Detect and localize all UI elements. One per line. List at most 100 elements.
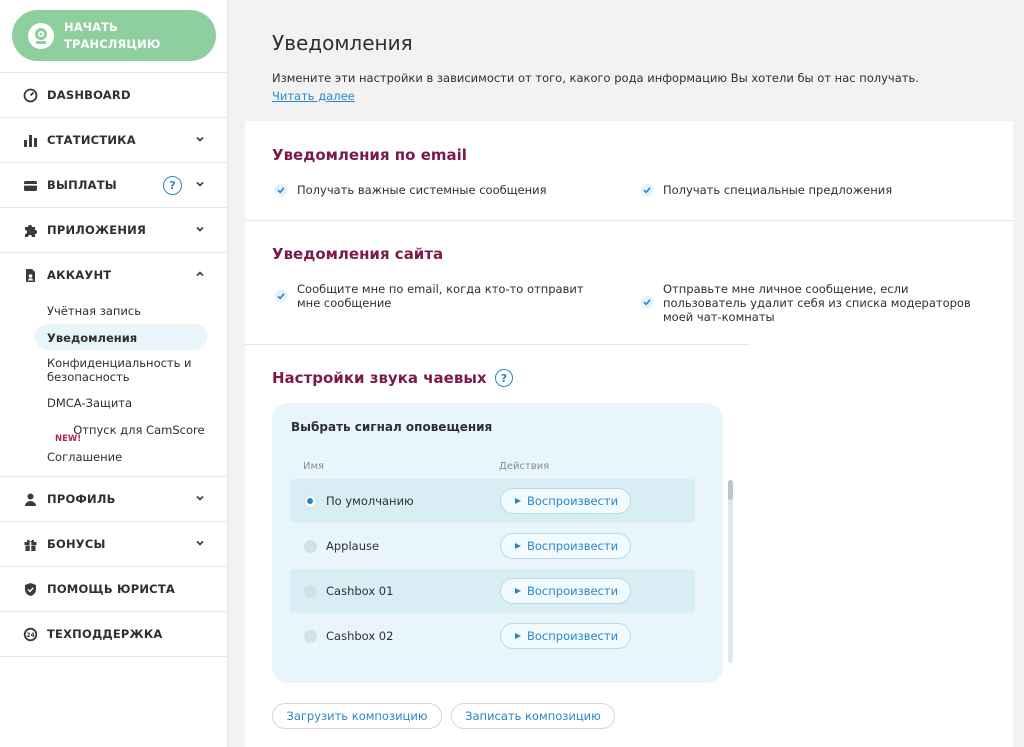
sound-row: Cashbox 01 Воспроизвести bbox=[290, 569, 695, 613]
option-label: Получать специальные предложения bbox=[663, 183, 893, 197]
intro-text: Измените эти настройки в зависимости от … bbox=[272, 71, 919, 85]
chevron-up-icon bbox=[196, 271, 204, 277]
sidebar-item-payouts[interactable]: ВЫПЛАТЫ ? bbox=[0, 162, 228, 207]
bar-chart-icon bbox=[21, 131, 39, 149]
support-icon: 24 bbox=[21, 625, 39, 643]
sidebar-item-apps[interactable]: ПРИЛОЖЕНИЯ bbox=[0, 207, 228, 252]
play-label: Воспроизвести bbox=[527, 584, 619, 598]
sidebar-item-account[interactable]: АККАУНТ bbox=[0, 252, 228, 297]
email-option-offers[interactable]: Получать специальные предложения bbox=[640, 183, 892, 197]
start-broadcast-label: НАЧАТЬ ТРАНСЛЯЦИЮ bbox=[64, 19, 161, 51]
option-label: Получать важные системные сообщения bbox=[297, 183, 547, 197]
alert-sound-panel-title: Выбрать сигнал оповещения bbox=[291, 420, 493, 434]
record-track-button[interactable]: Записать композицию bbox=[451, 703, 615, 729]
play-button[interactable]: Воспроизвести bbox=[500, 623, 631, 649]
scrollbar-thumb[interactable] bbox=[728, 480, 733, 500]
sidebar-item-label: ПРИЛОЖЕНИЯ bbox=[47, 223, 147, 237]
help-icon[interactable]: ? bbox=[163, 176, 182, 195]
page-header: Уведомления bbox=[272, 31, 413, 55]
sound-list-scrollbar[interactable] bbox=[728, 480, 733, 663]
site-option-moderator-removed[interactable]: Отправьте мне личное сообщение, если пол… bbox=[640, 282, 980, 324]
chevron-down-icon bbox=[196, 226, 204, 232]
play-icon bbox=[515, 633, 521, 639]
page-title: Уведомления bbox=[272, 31, 413, 55]
sound-row: Cashbox 02 Воспроизвести bbox=[290, 614, 695, 658]
sound-name: По умолчанию bbox=[326, 494, 414, 508]
section-divider bbox=[245, 344, 750, 345]
sidebar-subitem-account-record[interactable]: Учётная запись bbox=[0, 297, 228, 324]
checkmark-icon bbox=[274, 289, 288, 303]
sidebar-item-label: СТАТИСТИКА bbox=[47, 133, 136, 147]
sidebar-item-legal-help[interactable]: ПОМОЩЬ ЮРИСТА bbox=[0, 566, 228, 611]
chevron-down-icon bbox=[196, 495, 204, 501]
subitem-label: Конфиденциальность и безопасность bbox=[47, 356, 192, 384]
sidebar-item-label: ТЕХПОДДЕРЖКА bbox=[47, 627, 163, 641]
sound-name: Cashbox 01 bbox=[326, 584, 394, 598]
alert-sound-panel: Выбрать сигнал оповещения Имя Действия П… bbox=[272, 403, 733, 683]
checkmark-icon bbox=[640, 295, 654, 309]
sidebar-item-label: DASHBOARD bbox=[47, 88, 131, 102]
column-header-name: Имя bbox=[303, 461, 325, 472]
play-icon bbox=[515, 543, 521, 549]
play-icon bbox=[515, 588, 521, 594]
play-button[interactable]: Воспроизвести bbox=[500, 578, 631, 604]
play-icon bbox=[515, 498, 521, 504]
email-section-title: Уведомления по email bbox=[272, 146, 467, 164]
play-label: Воспроизвести bbox=[527, 494, 619, 508]
document-user-icon bbox=[21, 266, 39, 284]
checkmark-icon bbox=[274, 183, 288, 197]
sidebar: НАЧАТЬ ТРАНСЛЯЦИЮ DASHBOARD СТАТИСТИКА В… bbox=[0, 0, 228, 747]
subitem-label: DMCA-Защита bbox=[47, 395, 133, 410]
sidebar-subitem-dmca[interactable]: DMCA-Защита bbox=[0, 389, 228, 416]
shield-icon bbox=[21, 580, 39, 598]
sidebar-item-label: ПОМОЩЬ ЮРИСТА bbox=[47, 582, 175, 596]
sidebar-item-dashboard[interactable]: DASHBOARD bbox=[0, 72, 228, 117]
puzzle-icon bbox=[21, 221, 39, 239]
help-icon[interactable]: ? bbox=[495, 369, 513, 387]
upload-track-button[interactable]: Загрузить композицию bbox=[272, 703, 442, 729]
sound-radio[interactable] bbox=[304, 585, 317, 598]
section-divider bbox=[245, 220, 1013, 221]
sidebar-subitem-notifications[interactable]: Уведомления bbox=[0, 324, 228, 351]
option-label: Сообщите мне по email, когда кто-то отпр… bbox=[297, 282, 584, 310]
play-label: Воспроизвести bbox=[527, 629, 619, 643]
sidebar-nav: DASHBOARD СТАТИСТИКА ВЫПЛАТЫ ? ПРИЛОЖЕНИ… bbox=[0, 72, 228, 657]
sound-radio[interactable] bbox=[304, 630, 317, 643]
tip-sound-section-title: Настройки звука чаевых bbox=[272, 369, 487, 387]
sidebar-subitem-agreement[interactable]: Соглашение bbox=[0, 443, 228, 470]
sidebar-item-profile[interactable]: ПРОФИЛЬ bbox=[0, 476, 228, 521]
sound-name: Applause bbox=[326, 539, 380, 553]
subitem-label: Учётная запись bbox=[47, 303, 141, 318]
sound-name: Cashbox 02 bbox=[326, 629, 394, 643]
account-submenu: Учётная запись Уведомления Конфиденциаль… bbox=[0, 297, 228, 476]
sidebar-item-bonuses[interactable]: БОНУСЫ bbox=[0, 521, 228, 566]
play-button[interactable]: Воспроизвести bbox=[500, 488, 631, 514]
start-broadcast-button[interactable]: НАЧАТЬ ТРАНСЛЯЦИЮ bbox=[12, 10, 216, 61]
sidebar-item-statistics[interactable]: СТАТИСТИКА bbox=[0, 117, 228, 162]
sound-radio[interactable] bbox=[304, 495, 317, 508]
sidebar-item-label: АККАУНТ bbox=[47, 268, 112, 282]
column-header-actions: Действия bbox=[499, 461, 550, 472]
sidebar-subitem-privacy[interactable]: Конфиденциальность и безопасность bbox=[0, 351, 228, 389]
subitem-label: Соглашение bbox=[47, 449, 123, 464]
sound-radio[interactable] bbox=[304, 540, 317, 553]
sound-row: По умолчанию Воспроизвести bbox=[290, 479, 695, 523]
sound-row: Applause Воспроизвести bbox=[290, 524, 695, 568]
sidebar-item-support[interactable]: 24 ТЕХПОДДЕРЖКА bbox=[0, 611, 228, 656]
site-section-title: Уведомления сайта bbox=[272, 245, 444, 263]
subitem-label: Отпуск для CamScore bbox=[73, 422, 205, 437]
read-more-link[interactable]: Читать далее bbox=[272, 89, 355, 103]
play-label: Воспроизвести bbox=[527, 539, 619, 553]
credit-card-icon bbox=[21, 176, 39, 194]
play-button[interactable]: Воспроизвести bbox=[500, 533, 631, 559]
subitem-label: Уведомления bbox=[47, 330, 138, 345]
settings-card: Уведомления по email Получать важные сис… bbox=[245, 121, 1013, 747]
chevron-down-icon bbox=[196, 181, 204, 187]
person-icon bbox=[21, 490, 39, 508]
sidebar-subitem-camscore-vacation[interactable]: NEW! Отпуск для CamScore bbox=[0, 416, 228, 444]
email-option-system[interactable]: Получать важные системные сообщения bbox=[274, 183, 547, 197]
chevron-down-icon bbox=[196, 540, 204, 546]
checkmark-icon bbox=[640, 183, 654, 197]
site-option-email-message[interactable]: Сообщите мне по email, когда кто-то отпр… bbox=[274, 282, 594, 310]
svg-text:24: 24 bbox=[26, 632, 34, 639]
